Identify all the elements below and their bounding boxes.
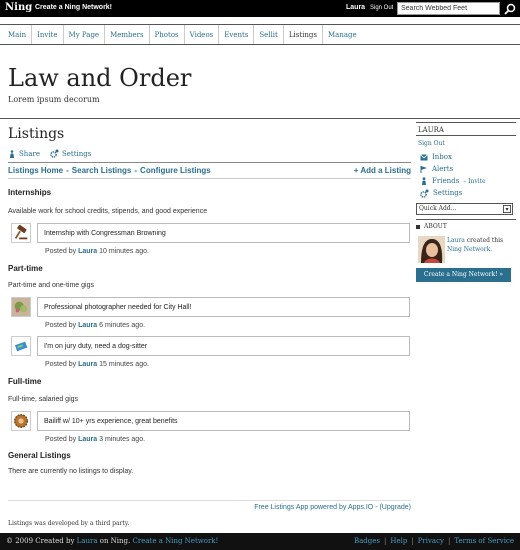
footer-credits: © 2009 Created by Laura on Ning. Create …	[6, 537, 219, 545]
author-link[interactable]: Laura	[78, 322, 97, 329]
author-link[interactable]: Laura	[78, 361, 97, 368]
footer: © 2009 Created by Laura on Ning. Create …	[0, 533, 520, 550]
developer-note: Listings was developed by a third party.	[8, 520, 130, 527]
square-bullet-icon	[416, 224, 420, 229]
sign-out-link[interactable]: Sign Out	[370, 5, 393, 11]
listings-home-link[interactable]: Listings Home	[8, 166, 63, 175]
create-network-button[interactable]: Create a Ning Network! »	[416, 268, 511, 282]
footer-privacy-link[interactable]: Privacy	[418, 537, 444, 545]
create-network-link[interactable]: Create a Ning Network!	[35, 4, 112, 11]
empty-message: There are currently no listings to displ…	[8, 468, 134, 475]
category-desc: Full-time, salaried gigs	[8, 396, 79, 403]
site-title[interactable]: Law and Order	[8, 64, 191, 92]
user-name-link[interactable]: Laura	[346, 4, 365, 11]
search-icon[interactable]	[504, 3, 516, 15]
listing-title-link[interactable]: Bailiff w/ 10+ yrs experience, great ben…	[37, 411, 410, 431]
ticket-icon[interactable]	[11, 336, 31, 356]
footer-help-link[interactable]: Help	[390, 537, 407, 545]
sidebar-item-alerts[interactable]: Alerts	[416, 163, 516, 175]
page-title: Listings	[8, 126, 65, 142]
site-tagline: Lorem ipsum decorum	[8, 95, 100, 104]
quick-add-select[interactable]: Quick Add... ▾	[416, 203, 513, 215]
listings-subnav: Listings Home - Search Listings - Configure …	[8, 162, 411, 179]
about-section: Laura created this Ning Network.	[416, 236, 516, 266]
chevron-down-icon: ▾	[503, 205, 511, 213]
avatar[interactable]	[418, 236, 445, 263]
configure-listings-link[interactable]: Configure Listings	[140, 166, 211, 175]
sidebar-item-inbox[interactable]: Inbox	[416, 151, 516, 163]
about-user-link[interactable]: Laura	[447, 237, 465, 244]
listing-item: Professional photographer needed for Cit…	[8, 297, 411, 319]
sidebar-menu: Inbox Alerts Friends – Invite Settings	[416, 151, 516, 199]
listing-meta: Posted by Laura 10 minutes ago.	[45, 248, 149, 255]
category-heading-part-time[interactable]: Part-time	[8, 264, 43, 273]
search-input[interactable]	[397, 2, 500, 15]
nav-videos[interactable]: Videos	[185, 25, 220, 44]
listing-item: I'm on jury duty, need a dog-sitter	[8, 336, 411, 358]
page-actions: Share Settings	[8, 149, 411, 158]
footer-badges-link[interactable]: Badges	[354, 537, 380, 545]
subnav-links: Listings Home - Search Listings - Configure …	[8, 166, 211, 175]
alert-icon	[420, 166, 427, 173]
listing-meta: Posted by Laura 6 minutes ago.	[45, 322, 146, 329]
settings-label: Settings	[61, 149, 92, 158]
nav-events[interactable]: Events	[219, 25, 255, 44]
friends-icon	[422, 177, 426, 185]
search-listings-link[interactable]: Search Listings	[72, 166, 132, 175]
category-heading-full-time[interactable]: Full-time	[8, 377, 41, 386]
invite-link[interactable]: – Invite	[463, 178, 485, 185]
sidebar-item-friends[interactable]: Friends – Invite	[416, 175, 516, 187]
footer-user-link[interactable]: Laura	[77, 537, 98, 545]
envelope-icon	[420, 153, 428, 160]
footer-create-link[interactable]: Create a Ning Network!	[133, 537, 219, 545]
category-heading-general[interactable]: General Listings	[8, 451, 71, 460]
footer-links: Badges | Help | Privacy | Terms of Service	[353, 537, 514, 545]
main-nav: Main Invite My Page Members Photos Video…	[0, 24, 520, 45]
top-bar: Ning Create a Ning Network! Laura Sign O…	[0, 0, 520, 17]
category-heading-internships[interactable]: Internships	[8, 188, 51, 197]
gear-icon	[50, 149, 59, 158]
author-link[interactable]: Laura	[78, 248, 97, 255]
listing-title-link[interactable]: Internship with Congressman Browning	[37, 223, 410, 243]
about-network-link[interactable]: Ning Network.	[447, 246, 492, 253]
category-desc: Part-time and one-time gigs	[8, 282, 94, 289]
listing-meta: Posted by Laura 15 minutes ago.	[45, 361, 149, 368]
nav-my-page[interactable]: My Page	[64, 25, 106, 44]
share-button[interactable]: Share	[8, 149, 40, 158]
listing-item: Bailiff w/ 10+ yrs experience, great ben…	[8, 411, 411, 433]
category-desc: Available work for school credits, stipe…	[8, 208, 208, 215]
gavel-icon[interactable]	[11, 223, 31, 243]
nav-listings[interactable]: Listings	[284, 25, 323, 44]
sidebar-sign-out-link[interactable]: Sign Out	[416, 140, 516, 147]
listing-title-link[interactable]: I'm on jury duty, need a dog-sitter	[37, 336, 410, 356]
add-listing-button[interactable]: + Add a Listing	[354, 166, 411, 175]
nav-sellit[interactable]: Sellit	[254, 25, 284, 44]
sidebar-user-name[interactable]: LAURA	[416, 122, 516, 136]
main-content: Listings Share Settings Listings Home - Se…	[8, 122, 411, 511]
settings-button[interactable]: Settings	[50, 149, 91, 158]
nav-photos[interactable]: Photos	[150, 25, 185, 44]
listing-meta: Posted by Laura 3 minutes ago.	[45, 436, 146, 443]
powered-by-link[interactable]: Free Listings App powered by Apps.IO - (…	[8, 500, 411, 514]
nav-main[interactable]: Main	[0, 25, 33, 44]
share-label: Share	[19, 149, 40, 158]
photo-icon[interactable]	[11, 297, 31, 317]
listing-title-link[interactable]: Professional photographer needed for Cit…	[37, 297, 410, 317]
author-link[interactable]: Laura	[78, 436, 97, 443]
sidebar-item-settings[interactable]: Settings	[416, 187, 516, 199]
footer-terms-link[interactable]: Terms of Service	[454, 537, 514, 545]
sidebar: LAURA Sign Out Inbox Alerts Friends – In…	[416, 122, 516, 282]
about-heading: ABOUT	[416, 219, 516, 230]
gear-icon	[420, 189, 429, 198]
listing-item: Internship with Congressman Browning	[8, 223, 411, 245]
about-text: Laura created this Ning Network.	[447, 237, 504, 253]
share-icon	[10, 149, 14, 158]
header-divider	[0, 118, 520, 119]
nav-invite[interactable]: Invite	[32, 25, 64, 44]
badge-icon[interactable]	[11, 411, 31, 431]
nav-members[interactable]: Members	[105, 25, 150, 44]
ning-logo[interactable]: Ning	[5, 2, 32, 13]
nav-manage[interactable]: Manage	[323, 25, 362, 44]
